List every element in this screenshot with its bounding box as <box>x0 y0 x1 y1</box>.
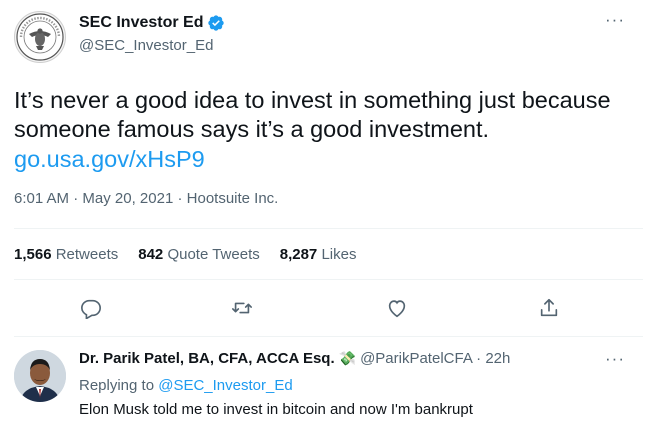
reply-handle-time[interactable]: @ParikPatelCFA · 22h <box>360 350 510 367</box>
reply-display-name[interactable]: Dr. Parik Patel, BA, CFA, ACCA Esq. <box>79 350 335 367</box>
tweet-source[interactable]: Hootsuite Inc. <box>187 190 279 207</box>
replying-to-mention[interactable]: @SEC_Investor_Ed <box>158 377 292 394</box>
reply-avatar[interactable] <box>14 350 66 402</box>
quote-tweets-count: 842 <box>138 246 164 263</box>
meta-separator: · <box>73 190 79 207</box>
share-button[interactable] <box>533 292 565 324</box>
replying-to: Replying to @SEC_Investor_Ed <box>79 377 293 394</box>
quote-tweets-label: Quote Tweets <box>167 246 260 263</box>
tweet-link[interactable]: go.usa.gov/xHsP9 <box>14 145 205 174</box>
retweet-icon <box>232 302 252 314</box>
more-options-icon[interactable]: ··· <box>605 10 625 30</box>
display-name[interactable]: SEC Investor Ed <box>79 14 203 32</box>
share-icon <box>540 298 558 317</box>
action-bar <box>0 292 647 324</box>
engagement-stats: 1,566 Retweets 842 Quote Tweets 8,287 Li… <box>14 246 356 263</box>
reply-button[interactable] <box>75 292 107 324</box>
sec-seal-icon <box>16 13 64 61</box>
avatar[interactable] <box>14 11 66 63</box>
like-button[interactable] <box>381 292 413 324</box>
divider <box>14 279 643 280</box>
money-with-wings-icon: 💸 <box>338 350 357 366</box>
tweet-text: It’s never a good idea to invest in some… <box>14 87 611 142</box>
retweets-label: Retweets <box>55 246 119 263</box>
tweet-time[interactable]: 6:01 AM <box>14 190 69 207</box>
likes-stat[interactable]: 8,287 Likes <box>280 246 357 263</box>
verified-badge-icon <box>207 14 225 32</box>
tweet-date[interactable]: May 20, 2021 <box>82 190 173 207</box>
likes-label: Likes <box>321 246 357 263</box>
quote-tweets-stat[interactable]: 842 Quote Tweets <box>138 246 259 263</box>
reply-header: Dr. Parik Patel, BA, CFA, ACCA Esq. 💸 @P… <box>79 350 510 367</box>
author-handle[interactable]: @SEC_Investor_Ed <box>79 37 213 54</box>
divider <box>14 336 643 337</box>
like-icon <box>388 300 406 318</box>
retweet-button[interactable] <box>226 292 258 324</box>
likes-count: 8,287 <box>279 246 318 263</box>
author-name-row[interactable]: SEC Investor Ed <box>79 12 225 34</box>
meta-separator: · <box>177 190 183 207</box>
reply-more-options-icon[interactable]: ··· <box>605 349 625 369</box>
retweets-stat[interactable]: 1,566 Retweets <box>14 246 118 263</box>
reply-icon <box>81 299 101 319</box>
tweet-meta: 6:01 AM · May 20, 2021 · Hootsuite Inc. <box>14 190 278 207</box>
retweets-count: 1,566 <box>14 246 52 263</box>
replying-to-label: Replying to <box>79 377 155 394</box>
divider <box>14 228 643 229</box>
profile-photo-icon <box>14 350 66 402</box>
reply-text: Elon Musk told me to invest in bitcoin a… <box>79 401 473 418</box>
